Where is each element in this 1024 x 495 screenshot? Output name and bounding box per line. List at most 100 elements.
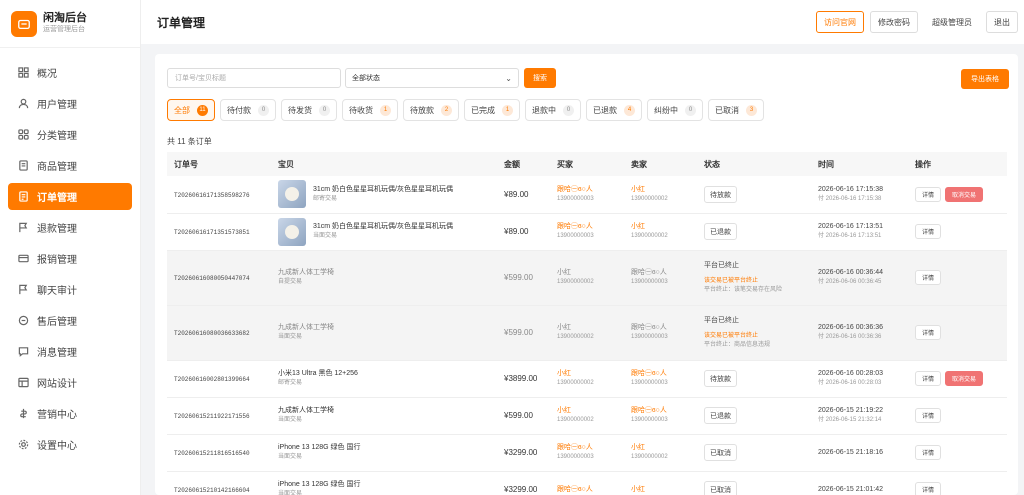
cancel-trade-button[interactable]: 取消交易 xyxy=(945,186,984,202)
tab-status[interactable]: 全部 11 xyxy=(167,99,215,121)
item-title[interactable]: 31cm 奶白色星星耳机玩偶/灰色星星耳机玩偶 xyxy=(313,222,453,232)
table-row[interactable]: T2026061521181651654​0 iPhone 13 128G 绿色 … xyxy=(167,434,1007,472)
detail-button[interactable]: 详情 xyxy=(915,445,942,460)
table-row[interactable]: T2026061608003663368​2 九成新人体工学椅 当面交易 ¥599.0… xyxy=(167,305,1007,361)
tab-status[interactable]: 纠纷中 0 xyxy=(647,99,703,121)
visit-site-button[interactable]: 访问官网 xyxy=(816,11,864,33)
sidebar-item-categories[interactable]: 分类管理 xyxy=(8,121,132,148)
cell-buyer: 跟哈㊀ɞ○人 13900000003 xyxy=(550,176,624,214)
detail-button[interactable]: 详情 xyxy=(915,482,942,495)
layout-icon xyxy=(17,377,29,389)
item-title[interactable]: 九成新人体工学椅 xyxy=(278,406,334,416)
cell-order-no: T2026061521192217155​6 xyxy=(167,397,271,435)
buyer-name[interactable]: 小红 xyxy=(557,268,624,278)
cell-item: 九成新人体工学椅 当面交易 xyxy=(271,397,497,435)
cell-time: 2026-06-16 17:13:51 付 2026-06-16 17:13:51 xyxy=(811,213,908,251)
detail-button[interactable]: 详情 xyxy=(915,325,942,340)
item-thumbnail xyxy=(278,217,306,246)
seller-name[interactable]: 小红 xyxy=(631,222,697,232)
seller-name[interactable]: 跟哈㊀ɞ○人 xyxy=(631,406,697,416)
search-input[interactable] xyxy=(167,68,341,88)
export-button[interactable]: 导出表格 xyxy=(961,69,1009,89)
table-row[interactable]: T2026061608005044707​4 九成新人体工学椅 自提交易 ¥599.0… xyxy=(167,250,1007,306)
sidebar-item-overview[interactable]: 概况 xyxy=(8,59,132,86)
buyer-name[interactable]: 小红 xyxy=(557,323,624,333)
sidebar-item-chat-audit[interactable]: 聊天审计 xyxy=(8,276,132,303)
sidebar-item-orders[interactable]: 订单管理 xyxy=(8,183,132,210)
seller-phone: 13900000003 xyxy=(631,380,668,386)
flag-icon xyxy=(17,284,29,296)
sidebar-item-reimbursement[interactable]: 报销管理 xyxy=(8,245,132,272)
item-title[interactable]: 31cm 奶白色星星耳机玩偶/灰色星星耳机玩偶 xyxy=(313,185,453,195)
sidebar-item-site-design[interactable]: 网站设计 xyxy=(8,369,132,396)
cell-amount: ¥599.00 xyxy=(497,250,550,306)
seller-name[interactable]: 小红 xyxy=(631,185,697,195)
item-info: 31cm 奶白色星星耳机玩偶/灰色星星耳机玩偶 邮寄交易 xyxy=(278,180,497,209)
tab-status[interactable]: 待发货 0 xyxy=(281,99,337,121)
tab-status[interactable]: 已取消 3 xyxy=(708,99,764,121)
tab-status[interactable]: 已退款 4 xyxy=(586,99,642,121)
cancel-trade-button[interactable]: 取消交易 xyxy=(945,371,984,386)
item-title[interactable]: iPhone 13 128G 绿色 国行 xyxy=(278,480,361,490)
sidebar-item-users[interactable]: 用户管理 xyxy=(8,90,132,117)
tab-label: 已取消 xyxy=(715,105,739,115)
item-title[interactable]: 九成新人体工学椅 xyxy=(278,323,334,333)
buyer-name[interactable]: 跟哈㊀ɞ○人 xyxy=(557,222,624,232)
cell-actions: 详情 取消交易 xyxy=(908,176,1007,214)
buyer-name[interactable]: 跟哈㊀ɞ○人 xyxy=(557,443,624,453)
item-title[interactable]: 小米13 Ultra 黑色 12+256 xyxy=(278,369,358,379)
item-title[interactable]: iPhone 13 128G 绿色 国行 xyxy=(278,443,361,453)
cell-item: 九成新人体工学椅 当面交易 xyxy=(271,305,497,361)
buyer-name[interactable]: 小红 xyxy=(557,369,624,379)
search-button[interactable]: 搜索 xyxy=(524,68,556,88)
tab-status[interactable]: 待放款 2 xyxy=(403,99,459,121)
buyer-name[interactable]: 跟哈㊀ɞ○人 xyxy=(557,485,624,495)
order-amount: ¥599.00 xyxy=(504,328,533,337)
change-password-button[interactable]: 修改密码 xyxy=(870,11,918,33)
seller-name[interactable]: 跟哈㊀ɞ○人 xyxy=(631,323,697,333)
sidebar-item-refunds[interactable]: 退款管理 xyxy=(8,214,132,241)
sidebar-item-marketing[interactable]: 营销中心 xyxy=(8,400,132,427)
table-row[interactable]: T2026061617135859827​6 31cm 奶白色星星耳机玩偶/灰色星… xyxy=(167,176,1007,214)
table-row[interactable]: T2026061521014216660​4 iPhone 13 128G 绿色 … xyxy=(167,471,1007,495)
tab-label: 全部 xyxy=(174,105,190,115)
table-row[interactable]: T2026061617135157385​1 31cm 奶白色星星耳机玩偶/灰色星… xyxy=(167,213,1007,251)
seller-name[interactable]: 跟哈㊀ɞ○人 xyxy=(631,268,697,278)
sidebar-item-after-sales[interactable]: 售后管理 xyxy=(8,307,132,334)
seller-name[interactable]: 跟哈㊀ɞ○人 xyxy=(631,369,697,379)
cell-item: iPhone 13 128G 绿色 国行 当面交易 xyxy=(271,434,497,472)
cell-actions: 详情 xyxy=(908,397,1007,435)
buyer-name[interactable]: 跟哈㊀ɞ○人 xyxy=(557,185,624,195)
sidebar-item-products[interactable]: 商品管理 xyxy=(8,152,132,179)
tab-count-badge: 0 xyxy=(563,104,574,116)
table-row[interactable]: T2026061600280139966​4 小米13 Ultra 黑色 12+2… xyxy=(167,360,1007,398)
status-badge: 待放款 xyxy=(704,370,737,387)
logout-button[interactable]: 退出 xyxy=(986,11,1018,33)
tab-status[interactable]: 待收货 1 xyxy=(342,99,398,121)
detail-button[interactable]: 详情 xyxy=(915,408,942,423)
tab-status[interactable]: 退款中 0 xyxy=(525,99,581,121)
sidebar-item-messages[interactable]: 消息管理 xyxy=(8,338,132,365)
message-icon xyxy=(17,346,29,358)
cell-amount: ¥3299.00 xyxy=(497,434,550,472)
item-info: 31cm 奶白色星星耳机玩偶/灰色星星耳机玩偶 当面交易 xyxy=(278,217,497,246)
cell-time: 2026-06-16 17:15:38 付 2026-06-16 17:15:38 xyxy=(811,176,908,214)
cell-status: 待放款 xyxy=(697,360,811,398)
status-select-value: 全部状态 xyxy=(352,75,380,82)
tab-label: 待放款 xyxy=(410,105,434,115)
table-row[interactable]: T2026061521192217155​6 九成新人体工学椅 当面交易 ¥599.0… xyxy=(167,397,1007,435)
detail-button[interactable]: 详情 xyxy=(915,224,942,239)
seller-name[interactable]: 小红 xyxy=(631,443,697,453)
detail-button[interactable]: 详情 xyxy=(915,270,942,285)
status-select[interactable]: 全部状态 ⌄ xyxy=(345,68,519,88)
status-badge: 已退款 xyxy=(704,407,737,424)
tab-status[interactable]: 待付款 0 xyxy=(220,99,276,121)
detail-button[interactable]: 详情 xyxy=(915,371,942,386)
sidebar-item-settings[interactable]: 设置中心 xyxy=(8,431,132,458)
buyer-name[interactable]: 小红 xyxy=(557,406,624,416)
detail-button[interactable]: 详情 xyxy=(915,186,942,202)
tab-status[interactable]: 已完成 1 xyxy=(464,99,520,121)
item-title[interactable]: 九成新人体工学椅 xyxy=(278,268,334,278)
seller-name[interactable]: 小红 xyxy=(631,485,697,495)
cell-actions: 详情 取消交易 xyxy=(908,360,1007,398)
